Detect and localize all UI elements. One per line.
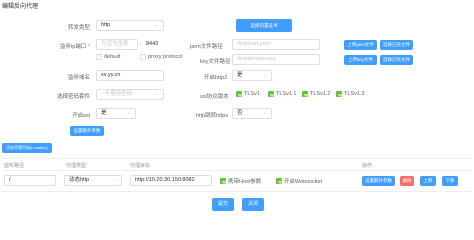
close-button[interactable]: 关闭 bbox=[242, 198, 264, 211]
chevron-down-icon: ⌄ bbox=[154, 22, 159, 28]
default-checkbox-box bbox=[96, 54, 102, 60]
row-move-up-button[interactable]: 上移 bbox=[420, 176, 436, 186]
add-location-button[interactable]: 添加代理目标(Location) bbox=[2, 143, 52, 153]
default-checkbox[interactable]: default bbox=[96, 54, 121, 60]
choose-pem-button[interactable]: 选择已有文件 bbox=[380, 40, 413, 50]
col-header-path: 监听路径 bbox=[4, 163, 25, 169]
http2-label: 开启http2 bbox=[204, 75, 228, 81]
location-path-input[interactable]: / bbox=[9, 177, 11, 183]
tlsv12-checkbox-box bbox=[302, 91, 308, 97]
extra-params-button[interactable]: 设置额外参数 bbox=[70, 126, 104, 136]
https-redirect-label: http跳转https bbox=[196, 113, 229, 119]
carry-host-checkbox[interactable]: 携带Host参数 bbox=[220, 177, 261, 185]
listen-port-input[interactable]: 8443 bbox=[146, 41, 158, 47]
websocket-checkbox[interactable]: 开启Websocket bbox=[276, 177, 322, 185]
proxy-target-input[interactable]: http://10.20.30.150:8082 bbox=[130, 175, 212, 186]
chevron-down-icon: ⌄ bbox=[262, 110, 267, 116]
tlsv1-checkbox-box bbox=[236, 91, 242, 97]
pem-path-input[interactable]: /tmp/cert.pem bbox=[232, 39, 320, 50]
ssl-version-label: ssl协议版本 bbox=[200, 94, 229, 100]
enable-ssl-value: 是 bbox=[101, 110, 107, 116]
enable-ssl-label: 开启ssl bbox=[72, 113, 90, 119]
key-path-input[interactable]: /tmp/private.key bbox=[232, 54, 320, 65]
upload-pem-button[interactable]: 上传pem文件 bbox=[344, 40, 377, 50]
websocket-checkbox-box bbox=[276, 178, 282, 184]
proxy-type-value: 动态http bbox=[69, 177, 90, 183]
tlsv11-checkbox[interactable]: TLSv1.1 bbox=[268, 91, 296, 97]
http2-select[interactable]: 是 ⌄ bbox=[232, 70, 272, 81]
chevron-down-icon: ⌄ bbox=[126, 110, 131, 116]
choose-key-button[interactable]: 选择已有文件 bbox=[380, 55, 413, 65]
forward-type-label: 转发类型 bbox=[67, 25, 90, 31]
forward-type-select[interactable]: http ⌄ bbox=[96, 20, 164, 31]
tlsv1-checkbox[interactable]: TLSv1 bbox=[236, 91, 260, 97]
proxy-protocol-checkbox[interactable]: proxy protocol bbox=[140, 54, 183, 60]
row-delete-button[interactable]: 删除 bbox=[400, 176, 414, 186]
chevron-down-icon: ⌄ bbox=[154, 91, 159, 97]
tlsv13-checkbox[interactable]: TLSv1.3 bbox=[336, 91, 364, 97]
domain-label: 监听域名 bbox=[67, 75, 90, 81]
col-header-actions: 操作 bbox=[362, 163, 373, 169]
required-mark: * bbox=[87, 44, 90, 50]
row-extra-params-button[interactable]: 设置额外参数 bbox=[362, 176, 395, 186]
cipher-label: 选择密码套件 bbox=[56, 94, 90, 100]
submit-button[interactable]: 提交 bbox=[212, 198, 234, 211]
table-header-divider bbox=[2, 170, 472, 171]
tlsv11-checkbox-box bbox=[268, 91, 274, 97]
table-bottom-divider bbox=[2, 191, 472, 192]
forward-type-value: http bbox=[101, 22, 111, 28]
col-header-target: 代理目标 bbox=[130, 163, 151, 169]
table-row[interactable]: / bbox=[4, 175, 56, 186]
enable-ssl-select[interactable]: 是 ⌄ bbox=[96, 108, 136, 119]
cipher-select[interactable]: --不使用密码-- ⌄ bbox=[96, 89, 164, 100]
col-header-type: 代理类型 bbox=[66, 163, 87, 169]
https-redirect-value: 否 bbox=[237, 110, 243, 116]
carry-host-checkbox-box bbox=[220, 178, 226, 184]
listen-label: 监听ip端口 * bbox=[60, 44, 90, 50]
listen-separator: : bbox=[140, 41, 142, 47]
chevron-down-icon: ⌄ bbox=[112, 177, 117, 183]
listen-ip-input[interactable]: 为空为全部 bbox=[96, 39, 138, 50]
upload-key-button[interactable]: 上传key文件 bbox=[344, 55, 377, 65]
proxy-type-select[interactable]: 动态http ⌄ bbox=[64, 175, 122, 186]
https-redirect-select[interactable]: 否 ⌄ bbox=[232, 108, 272, 119]
chevron-down-icon: ⌄ bbox=[262, 72, 267, 78]
cipher-value: --不使用密码-- bbox=[101, 91, 136, 97]
dialog-title: 编辑反向代理 bbox=[2, 4, 39, 10]
row-move-down-button[interactable]: 下移 bbox=[442, 176, 458, 186]
http2-value: 是 bbox=[237, 72, 243, 78]
table-top-divider bbox=[2, 158, 472, 159]
domain-input[interactable]: xx.yy.cn bbox=[96, 70, 164, 81]
tlsv13-checkbox-box bbox=[336, 91, 342, 97]
proxy-protocol-checkbox-box bbox=[140, 54, 146, 60]
select-builtin-cert-button[interactable]: 选择内置证书 bbox=[236, 19, 292, 32]
tlsv12-checkbox[interactable]: TLSv1.2 bbox=[302, 91, 330, 97]
